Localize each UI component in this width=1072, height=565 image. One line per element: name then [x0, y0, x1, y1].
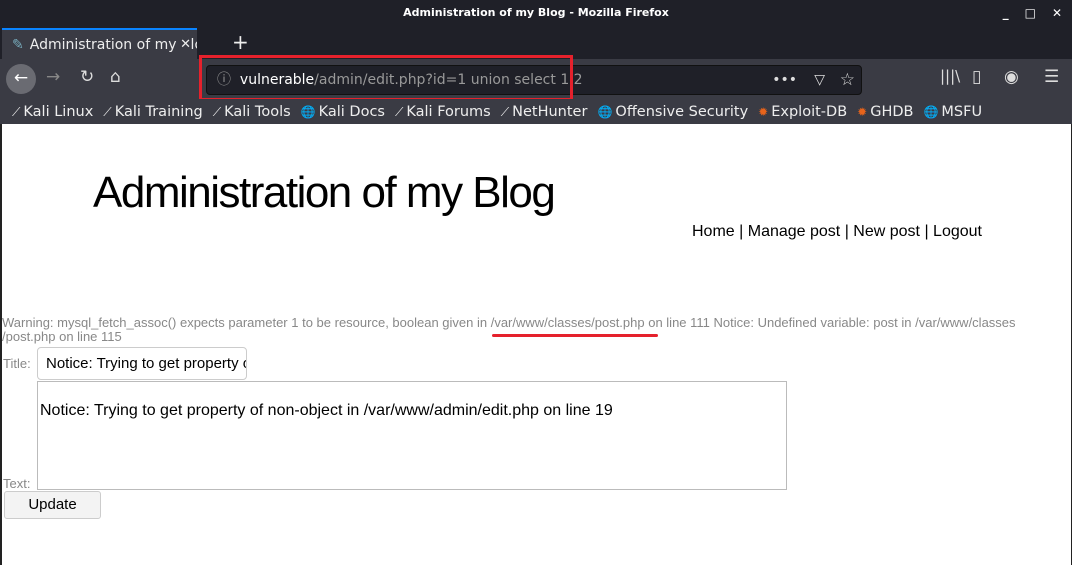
title-input[interactable]: Notice: Trying to get property of non-ob…: [37, 347, 247, 380]
title-label: Title:: [3, 356, 31, 371]
bookmark-label: Exploit-DB: [771, 103, 848, 120]
globe-icon: 🌐: [300, 104, 316, 119]
tab-label: Administration of my Blog: [29, 36, 197, 53]
nav-manage-post[interactable]: Manage post: [748, 223, 841, 240]
bookmark-item[interactable]: ✹ GHDB: [857, 104, 913, 120]
nav-logout[interactable]: Logout: [933, 223, 982, 240]
url-highlight-box: [199, 55, 573, 101]
bookmark-item[interactable]: 🌐 MSFU: [923, 104, 982, 120]
bookmark-item[interactable]: ⟋ Kali Training: [103, 104, 202, 120]
bookmark-item[interactable]: ⟋ Kali Tools: [213, 104, 291, 120]
bookmark-label: Kali Docs: [318, 103, 385, 120]
update-button[interactable]: Update: [4, 491, 101, 519]
bookmark-star-icon[interactable]: ☆: [840, 66, 855, 94]
back-button[interactable]: ←: [6, 64, 36, 94]
favicon-icon: ✎: [12, 36, 24, 53]
php-warning: Warning: mysql_fetch_assoc() expects par…: [2, 315, 1016, 344]
forward-button[interactable]: →: [46, 67, 60, 87]
sidebar-icon[interactable]: ▯: [972, 67, 981, 87]
close-window-button[interactable]: ✕: [1052, 0, 1062, 26]
bookmark-label: Kali Forums: [406, 103, 491, 120]
page-title: Administration of my Blog: [93, 168, 556, 217]
kali-dragon-icon: ⟋: [212, 104, 222, 119]
bookmark-label: Kali Training: [114, 103, 203, 120]
kali-dragon-icon: ⟋: [394, 104, 404, 119]
bookmark-label: Offensive Security: [615, 103, 749, 120]
nav-new-post[interactable]: New post: [853, 223, 920, 240]
home-button[interactable]: ⌂: [110, 67, 121, 87]
bookmark-item[interactable]: ✹ Exploit-DB: [758, 104, 847, 120]
bookmark-label: Kali Tools: [224, 103, 291, 120]
window-title: Administration of my Blog - Mozilla Fire…: [403, 6, 669, 19]
window-titlebar: Administration of my Blog - Mozilla Fire…: [0, 0, 1072, 28]
nav-menu: Home | Manage post | New post | Logout: [692, 223, 982, 240]
menu-icon[interactable]: ☰: [1044, 67, 1059, 87]
bookmark-label: GHDB: [870, 103, 914, 120]
more-actions-icon[interactable]: •••: [772, 66, 797, 94]
globe-icon: 🌐: [923, 104, 939, 119]
exploit-db-icon: ✹: [857, 104, 868, 119]
bookmark-item[interactable]: ⟋ Kali Linux: [12, 104, 93, 120]
kali-dragon-icon: ⟋: [12, 104, 21, 119]
globe-icon: 🌐: [597, 104, 613, 119]
page-content: Administration of my Blog Home | Manage …: [0, 124, 1072, 565]
new-tab-button[interactable]: +: [232, 30, 249, 54]
nav-home[interactable]: Home: [692, 223, 735, 240]
bookmark-item[interactable]: ⟋ NetHunter: [501, 104, 588, 120]
exploit-db-icon: ✹: [758, 104, 769, 119]
pocket-icon[interactable]: ▽: [814, 66, 825, 94]
minimize-button[interactable]: _: [1003, 0, 1009, 26]
bookmark-label: Kali Linux: [23, 103, 94, 120]
bookmarks-toolbar: ⟋ Kali Linux ⟋ Kali Training ⟋ Kali Tools 🌐 Kal…: [0, 99, 1072, 124]
path-underline: [492, 334, 658, 337]
reload-button[interactable]: ↻: [80, 67, 94, 87]
tab-active[interactable]: ✎ Administration of my Blog ✕: [2, 28, 197, 59]
text-textarea[interactable]: Notice: Trying to get property of non-ob…: [37, 381, 787, 490]
bookmark-label: NetHunter: [512, 103, 588, 120]
bookmark-label: MSFU: [941, 103, 983, 120]
maximize-button[interactable]: □: [1025, 0, 1036, 26]
library-icon[interactable]: |||\: [940, 67, 960, 85]
bookmark-item[interactable]: 🌐 Offensive Security: [597, 104, 748, 120]
account-icon[interactable]: ◉: [1004, 67, 1019, 87]
kali-dragon-icon: ⟋: [103, 104, 112, 119]
bookmark-item[interactable]: ⟋ Kali Forums: [395, 104, 491, 120]
kali-dragon-icon: ⟋: [500, 104, 510, 119]
bookmark-item[interactable]: 🌐 Kali Docs: [301, 104, 385, 120]
close-tab-icon[interactable]: ✕: [178, 37, 191, 52]
text-label: Text:: [3, 476, 31, 491]
